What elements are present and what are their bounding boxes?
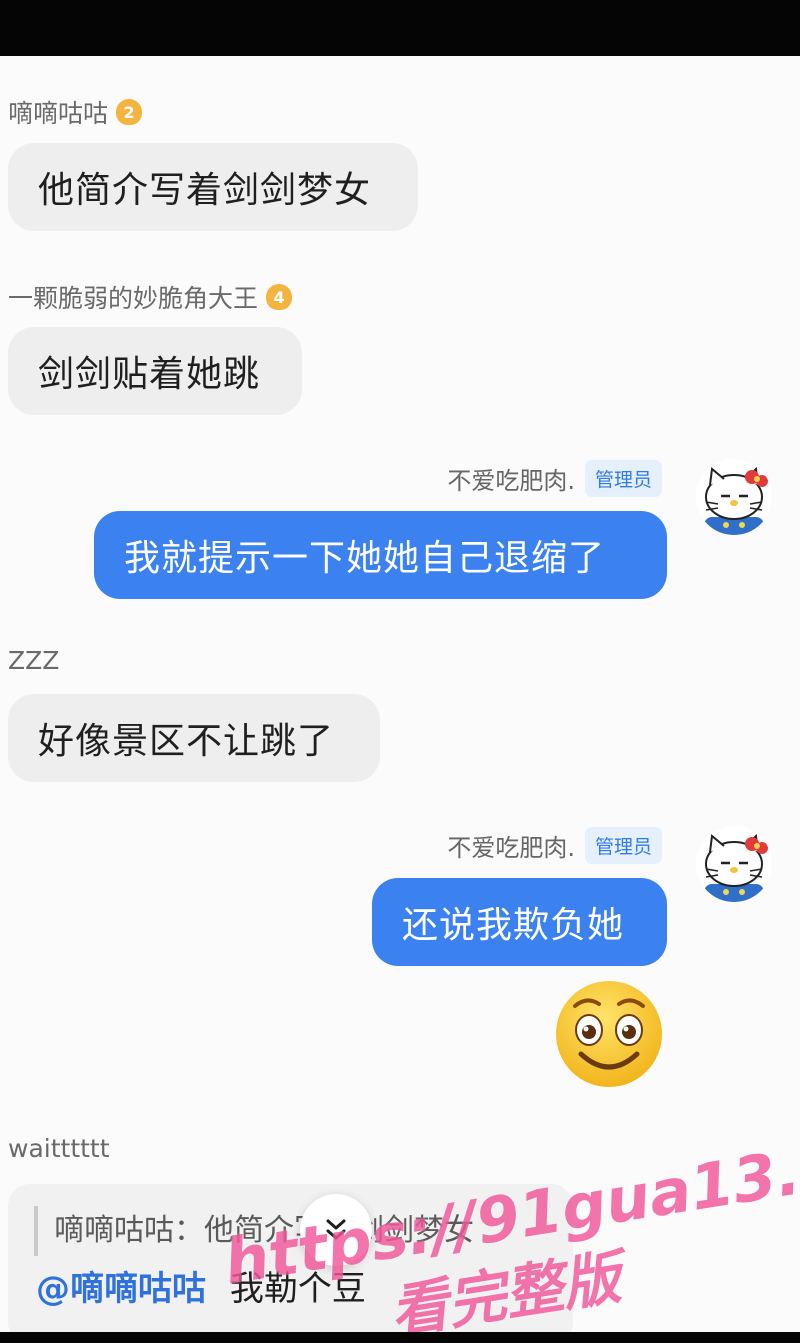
sender-name[interactable]: waitttttt xyxy=(8,1134,110,1163)
message-sender[interactable]: ZZZ xyxy=(8,646,59,675)
sender-name[interactable]: 嘀嘀咕咕 xyxy=(8,94,108,130)
message-sender[interactable]: 一颗脆弱的妙脆角大王 4 xyxy=(8,279,293,315)
message-bubble[interactable]: 他简介写着剑剑梦女 xyxy=(8,143,418,231)
message-bubble[interactable]: 好像景区不让跳了 xyxy=(8,694,380,782)
admin-badge: 管理员 xyxy=(584,460,662,497)
my-message-meta: 不爱吃肥肉. 管理员 xyxy=(447,827,662,864)
avatar[interactable] xyxy=(696,459,772,535)
cat-avatar-icon xyxy=(696,459,772,535)
message-bubble[interactable]: 剑剑贴着她跳 xyxy=(8,327,302,415)
level-badge: 2 xyxy=(116,99,143,125)
sender-name[interactable]: 不爱吃肥肉. xyxy=(447,828,575,863)
chat-screen[interactable]: 嘀嘀咕咕 2 他简介写着剑剑梦女 一颗脆弱的妙脆角大王 4 剑剑贴着她跳 不爱吃… xyxy=(0,56,800,1332)
avatar[interactable] xyxy=(696,826,772,902)
level-badge: 4 xyxy=(266,284,293,310)
sender-name[interactable]: 不爱吃肥肉. xyxy=(447,461,575,496)
sender-name[interactable]: ZZZ xyxy=(8,646,59,675)
cat-avatar-icon xyxy=(696,826,772,902)
message-sender[interactable]: 嘀嘀咕咕 2 xyxy=(8,94,143,130)
bottom-bar xyxy=(0,1332,800,1343)
my-message-bubble[interactable]: 我就提示一下她她自己退缩了 xyxy=(94,511,667,599)
top-status-bar xyxy=(0,0,800,56)
mention-link[interactable]: @嘀嘀咕咕 xyxy=(36,1269,206,1309)
message-sender[interactable]: waitttttt xyxy=(8,1134,110,1163)
my-message-meta: 不爱吃肥肉. 管理员 xyxy=(447,460,662,497)
my-message-bubble[interactable]: 还说我欺负她 xyxy=(372,878,667,966)
sender-name[interactable]: 一颗脆弱的妙脆角大王 xyxy=(8,279,258,315)
admin-badge: 管理员 xyxy=(584,827,662,864)
smiling-face-emoji[interactable] xyxy=(553,978,665,1090)
